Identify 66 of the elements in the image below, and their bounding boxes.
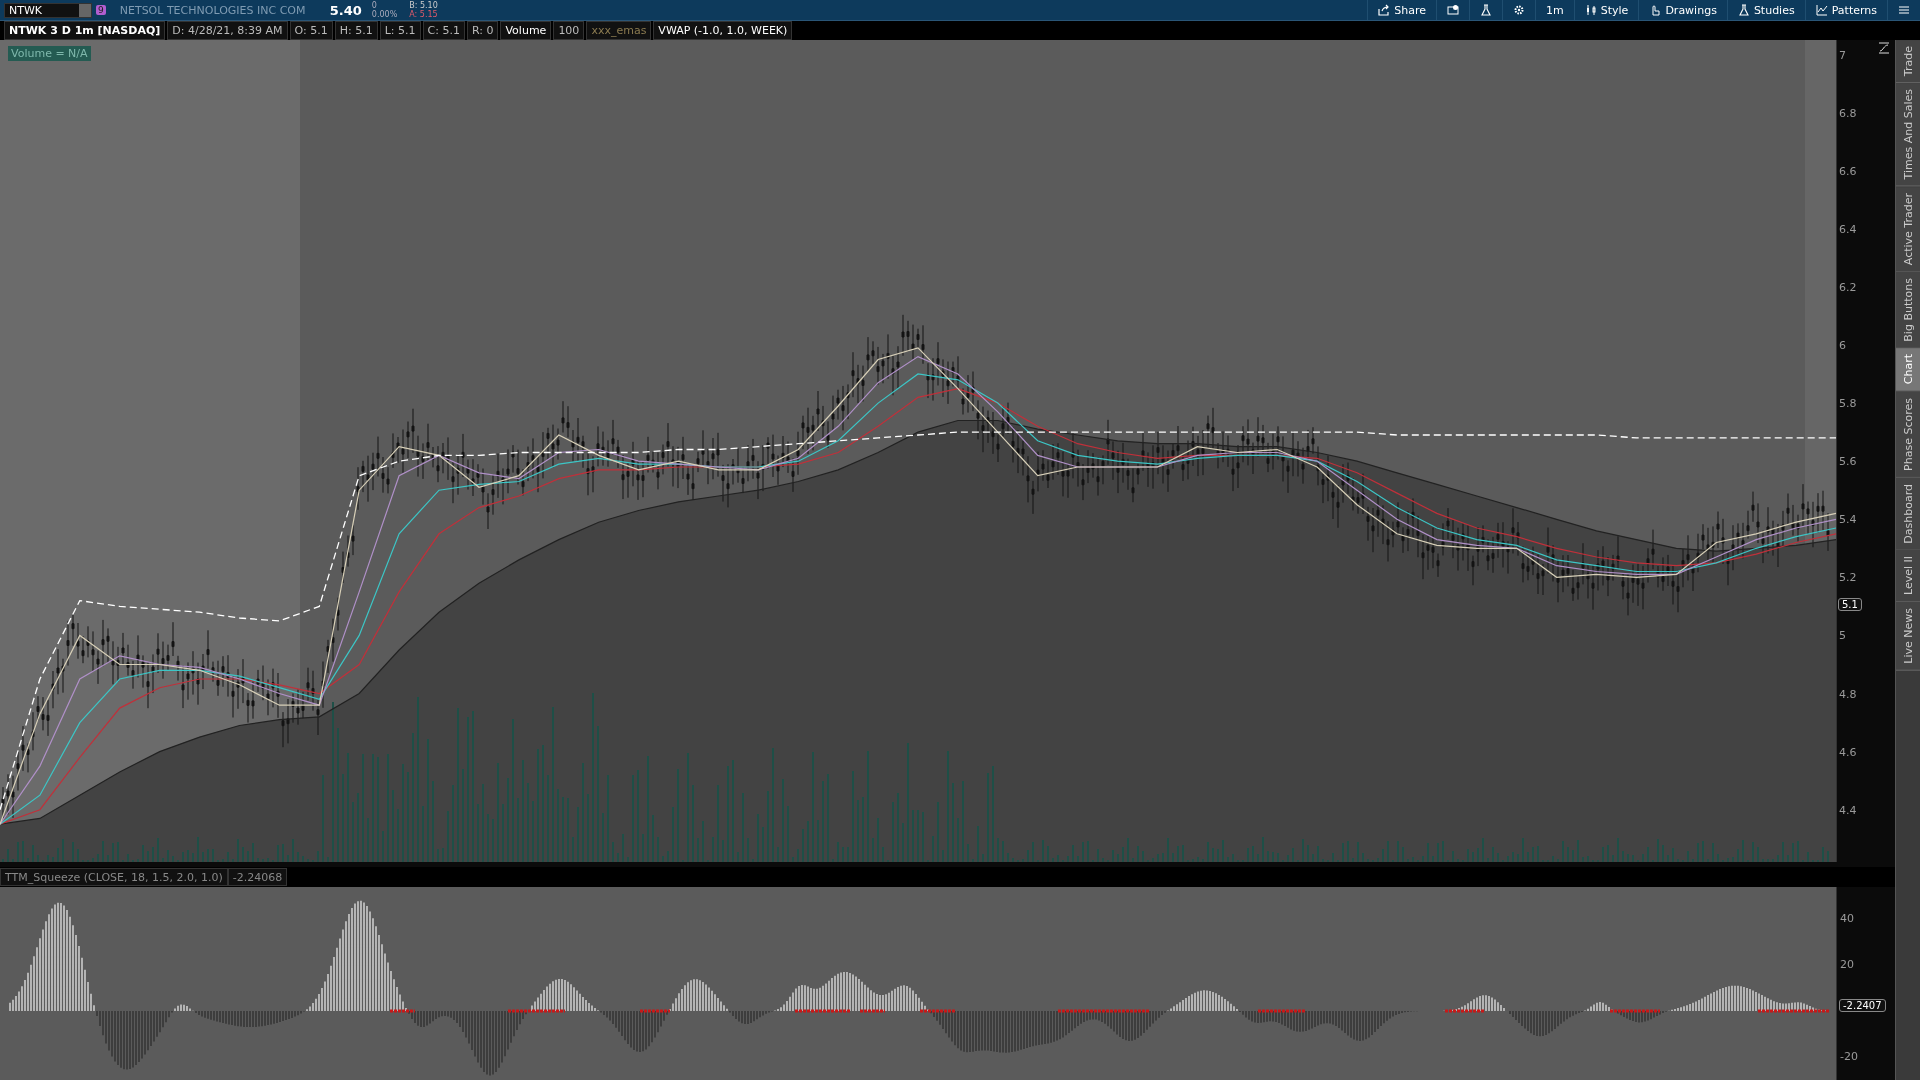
indicator-marker: -2.2407 [1839,999,1886,1012]
side-tab[interactable]: Chart [1896,348,1920,392]
symbol-field[interactable]: NTWK [4,2,92,18]
side-tab[interactable]: Trade [1896,40,1920,84]
last-price: 5.40 [329,2,362,18]
price-tick: 5.2 [1839,571,1857,585]
indicator-tick: -20 [1840,1050,1858,1063]
price-marker: 5.1 [1838,598,1862,612]
alert-icon [1447,4,1460,16]
scale-icon[interactable] [1878,42,1890,54]
price-tick: 4.6 [1839,745,1857,759]
side-tab[interactable]: Times And Sales [1896,83,1920,187]
price-tick: 4.8 [1839,687,1857,701]
side-tab[interactable]: Phase Scores [1896,391,1920,478]
toolbar-button[interactable]: Style [1573,0,1639,20]
price-tick: 4.4 [1839,803,1857,817]
side-tab[interactable]: Dashboard [1896,477,1920,551]
net-change: 0 [371,1,378,10]
flask-icon [1480,4,1493,16]
bar-info: O: 5.1 [289,21,333,40]
price-tick: 6.6 [1839,164,1857,178]
bar-info: D: 4/28/21, 8:39 AM [167,21,288,40]
price-tick: 6.4 [1839,222,1857,236]
ask-price: A: 5.15 [409,10,438,19]
price-tick: 6.8 [1839,106,1857,120]
study-label: VWAP (-1.0, 1.0, WEEK) [653,21,793,40]
price-tick: 6 [1839,339,1846,352]
toolbar-button[interactable]: Drawings [1638,0,1727,20]
bar-info: H: 5.1 [334,21,378,40]
candle-icon [1584,4,1597,16]
side-tab[interactable]: Live News [1896,602,1920,671]
indicator-value: -2.24068 [227,868,288,886]
link-badge[interactable]: 9 [96,5,106,15]
price-tick: 5.6 [1839,455,1857,469]
indicator-tick: 20 [1840,958,1854,971]
price-tick: 5.8 [1839,397,1857,411]
hand-pointer-icon [1649,4,1662,16]
toolbar-button[interactable]: Patterns [1804,0,1887,20]
percent-change: 0.00% [371,10,398,19]
bar-info: R: 0 [466,21,499,40]
study-label: Volume [500,21,552,40]
price-tick: 6.2 [1839,280,1857,294]
price-tick: 5.4 [1839,513,1857,527]
price-tick: 5 [1839,629,1846,643]
flask-icon [1737,4,1750,16]
study-label: xxx_emas [586,21,652,40]
bar-info: L: 5.1 [379,21,421,40]
side-tab[interactable]: Active Trader [1896,186,1920,272]
share-icon [1378,4,1391,16]
volume-label: Volume = N/A [8,46,91,61]
indicator-title: TTM_Squeeze (CLOSE, 18, 1.5, 2.0, 1.0) [0,868,228,886]
toolbar-button[interactable]: 1m [1535,0,1574,20]
study-value: 100 [553,21,585,40]
toolbar-button[interactable]: Share [1367,0,1437,20]
side-tab[interactable]: Big Buttons [1896,271,1920,349]
price-tick: 7 [1839,48,1846,62]
bid-price: B: 5.10 [409,1,438,10]
gear-icon [1513,4,1526,16]
toolbar-button[interactable]: Studies [1726,0,1805,20]
company-name: NETSOL TECHNOLOGIES INC COM [119,3,307,17]
bar-info: C: 5.1 [422,21,465,40]
chart-title: NTWK 3 D 1m [NASDAQ] [4,21,166,40]
pattern-icon [1815,4,1828,16]
menu-icon [1898,4,1910,16]
side-tab[interactable]: Level II [1896,550,1920,603]
indicator-tick: 40 [1840,912,1854,925]
